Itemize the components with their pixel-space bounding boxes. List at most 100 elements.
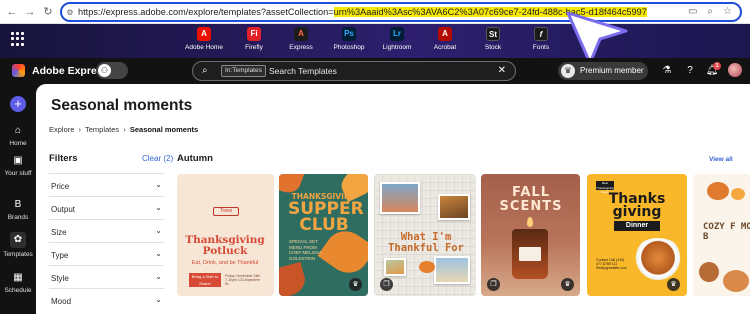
chevron-down-icon: ⌄ <box>155 295 162 304</box>
forward-icon[interactable]: → <box>22 4 38 20</box>
breadcrumb-current: Seasonal moments <box>129 125 199 134</box>
template-card-supper-club[interactable]: THANKSGIVING SUPPER CLUB SPECIAL SET MEN… <box>279 174 368 296</box>
template-card-cozy-fall[interactable]: COZY F MOOD B <box>693 174 750 296</box>
help-icon[interactable]: ? <box>683 64 697 78</box>
card-cta: Bring a Dish to Share! <box>189 273 221 287</box>
rail-item-home[interactable]: ⌂ Home <box>0 124 36 147</box>
zoom-icon[interactable]: ⌕ <box>707 6 713 17</box>
acrobat-logo-icon: A <box>438 27 452 41</box>
adobe-apps-bar: A Adobe Home Fi Firefly A Express Ps Pho… <box>0 11 750 65</box>
reload-icon[interactable]: ↻ <box>40 4 56 20</box>
photo-sunset <box>380 182 420 214</box>
calendar-icon: ▦ <box>13 272 23 283</box>
adobe-express-logo-icon[interactable] <box>12 64 25 77</box>
card-subtitle: Eat, Drink, and be Thankful <box>191 260 259 266</box>
filter-style[interactable]: Style ⌄ <box>49 265 164 288</box>
pumpkin-shape <box>707 182 729 200</box>
cast-icon[interactable]: ▭ <box>688 6 697 17</box>
home-icon: ⌂ <box>14 125 22 136</box>
templates-icon: ✿ <box>10 232 26 248</box>
card-title: What I'm Thankful For <box>388 231 464 254</box>
filter-label: Output <box>51 205 76 214</box>
card-info: Friday, November 24th 7-10pm 123 Anywher… <box>225 274 261 286</box>
filter-size[interactable]: Size ⌄ <box>49 219 164 242</box>
url-prefix: https://express.adobe.com/explore/templa… <box>78 7 334 17</box>
back-icon[interactable]: ← <box>4 4 20 20</box>
leaf-decoration <box>723 270 749 292</box>
pointer-cursor-icon <box>566 11 628 65</box>
breadcrumb: Explore › Templates › Seasonal moments <box>49 125 200 134</box>
filter-mood[interactable]: Mood ⌄ <box>49 288 164 311</box>
breadcrumb-separator: › <box>78 125 82 134</box>
crown-icon: ♛ <box>561 64 575 78</box>
lightroom-logo-icon: Lr <box>390 27 404 41</box>
rail-label: Schedule <box>4 287 32 294</box>
chevron-down-icon: ⌄ <box>155 249 162 258</box>
express-logo-icon: A <box>294 27 308 41</box>
candle-label <box>519 247 541 261</box>
rail-item-your-stuff[interactable]: ▣ Your stuff <box>0 154 36 177</box>
photo-leaves <box>438 194 470 220</box>
card-info: Contact Call (415) 477-5785 111 Reallygr… <box>596 258 627 270</box>
multi-page-icon: ❐ <box>487 278 500 291</box>
premium-crown-icon: ♛ <box>349 278 362 291</box>
template-card-thanksgiving-potluck[interactable]: Trees Thanksgiving Potluck Eat, Drink, a… <box>177 174 274 296</box>
turkey-plate-image <box>631 238 685 282</box>
premium-label: Premium member <box>580 66 644 75</box>
filter-output[interactable]: Output ⌄ <box>49 196 164 219</box>
breadcrumb-templates[interactable]: Templates <box>85 125 119 134</box>
bookmark-star-icon[interactable]: ☆ <box>723 6 732 17</box>
template-card-thankful-for[interactable]: What I'm Thankful For ❐ <box>374 174 476 296</box>
folder-icon: ▣ <box>13 155 23 166</box>
address-bar[interactable]: ⚙ https://express.adobe.com/explore/temp… <box>60 2 742 22</box>
breadcrumb-explore[interactable]: Explore <box>49 125 74 134</box>
leaf-decoration <box>279 261 309 296</box>
toggle-knob-icon: ⚇ <box>98 64 111 77</box>
filter-label: Style <box>51 274 69 283</box>
rail-label: Templates <box>3 251 33 258</box>
pumpkin-shape <box>419 261 435 273</box>
filters-title: Filters <box>49 153 78 164</box>
create-new-button[interactable]: + <box>10 96 26 112</box>
flask-icon[interactable]: ⚗ <box>660 64 674 78</box>
photoshop-logo-icon: Ps <box>342 27 356 41</box>
mode-toggle[interactable]: ⚇ <box>96 62 128 79</box>
page-title: Seasonal moments <box>51 97 193 114</box>
template-card-fall-scents[interactable]: FALL SCENTS ❐ ♛ <box>481 174 580 296</box>
search-bar[interactable]: ⌕ In:Templates ✕ <box>192 61 516 81</box>
filter-type[interactable]: Type ⌄ <box>49 242 164 265</box>
card-subtitle: Dinner <box>614 221 660 231</box>
photo-beach <box>434 256 470 284</box>
template-card-thanksgiving-dinner[interactable]: Best Thanksgiving Meals Thanks giving Di… <box>587 174 687 296</box>
rail-item-schedule[interactable]: ▦ Schedule <box>0 271 36 294</box>
clear-search-icon[interactable]: ✕ <box>498 65 506 76</box>
avatar[interactable] <box>728 63 742 77</box>
site-info-icon[interactable]: ⚙ <box>64 5 76 21</box>
card-tag: Trees <box>213 207 239 216</box>
filter-label: Size <box>51 228 67 237</box>
card-info: SPECIAL SET MENU FROM CHEF MELISSA GOLDS… <box>289 239 322 261</box>
rail-item-templates[interactable]: ✿ Templates <box>0 232 36 258</box>
breadcrumb-separator: › <box>123 125 126 134</box>
rail-item-brands[interactable]: B Brands <box>0 198 36 221</box>
card-title: SUPPER CLUB <box>288 199 364 235</box>
search-input[interactable] <box>269 64 479 78</box>
leaf-decoration <box>699 262 719 282</box>
rail-label: Your stuff <box>4 170 32 177</box>
premium-member-button[interactable]: ♛ Premium member <box>558 62 648 80</box>
search-icon: ⌕ <box>202 65 208 76</box>
chevron-down-icon: ⌄ <box>155 226 162 235</box>
filter-label: Type <box>51 251 69 260</box>
app-grid-icon[interactable] <box>11 32 25 46</box>
stock-logo-icon: St <box>486 27 500 41</box>
photo-pumpkin <box>384 258 406 276</box>
view-all-link[interactable]: View all <box>709 156 733 163</box>
filter-price[interactable]: Price ⌄ <box>49 173 164 196</box>
search-scope-chip[interactable]: In:Templates <box>221 65 266 77</box>
premium-crown-icon: ♛ <box>561 278 574 291</box>
card-title: Thanks giving <box>608 191 666 220</box>
clear-filters-link[interactable]: Clear (2) <box>142 154 173 163</box>
filter-label: Price <box>51 182 70 191</box>
card-title: Thanksgiving Potluck <box>185 234 265 257</box>
app-header: Adobe Express ⚇ ⌕ In:Templates ✕ ♛ Premi… <box>0 58 750 84</box>
